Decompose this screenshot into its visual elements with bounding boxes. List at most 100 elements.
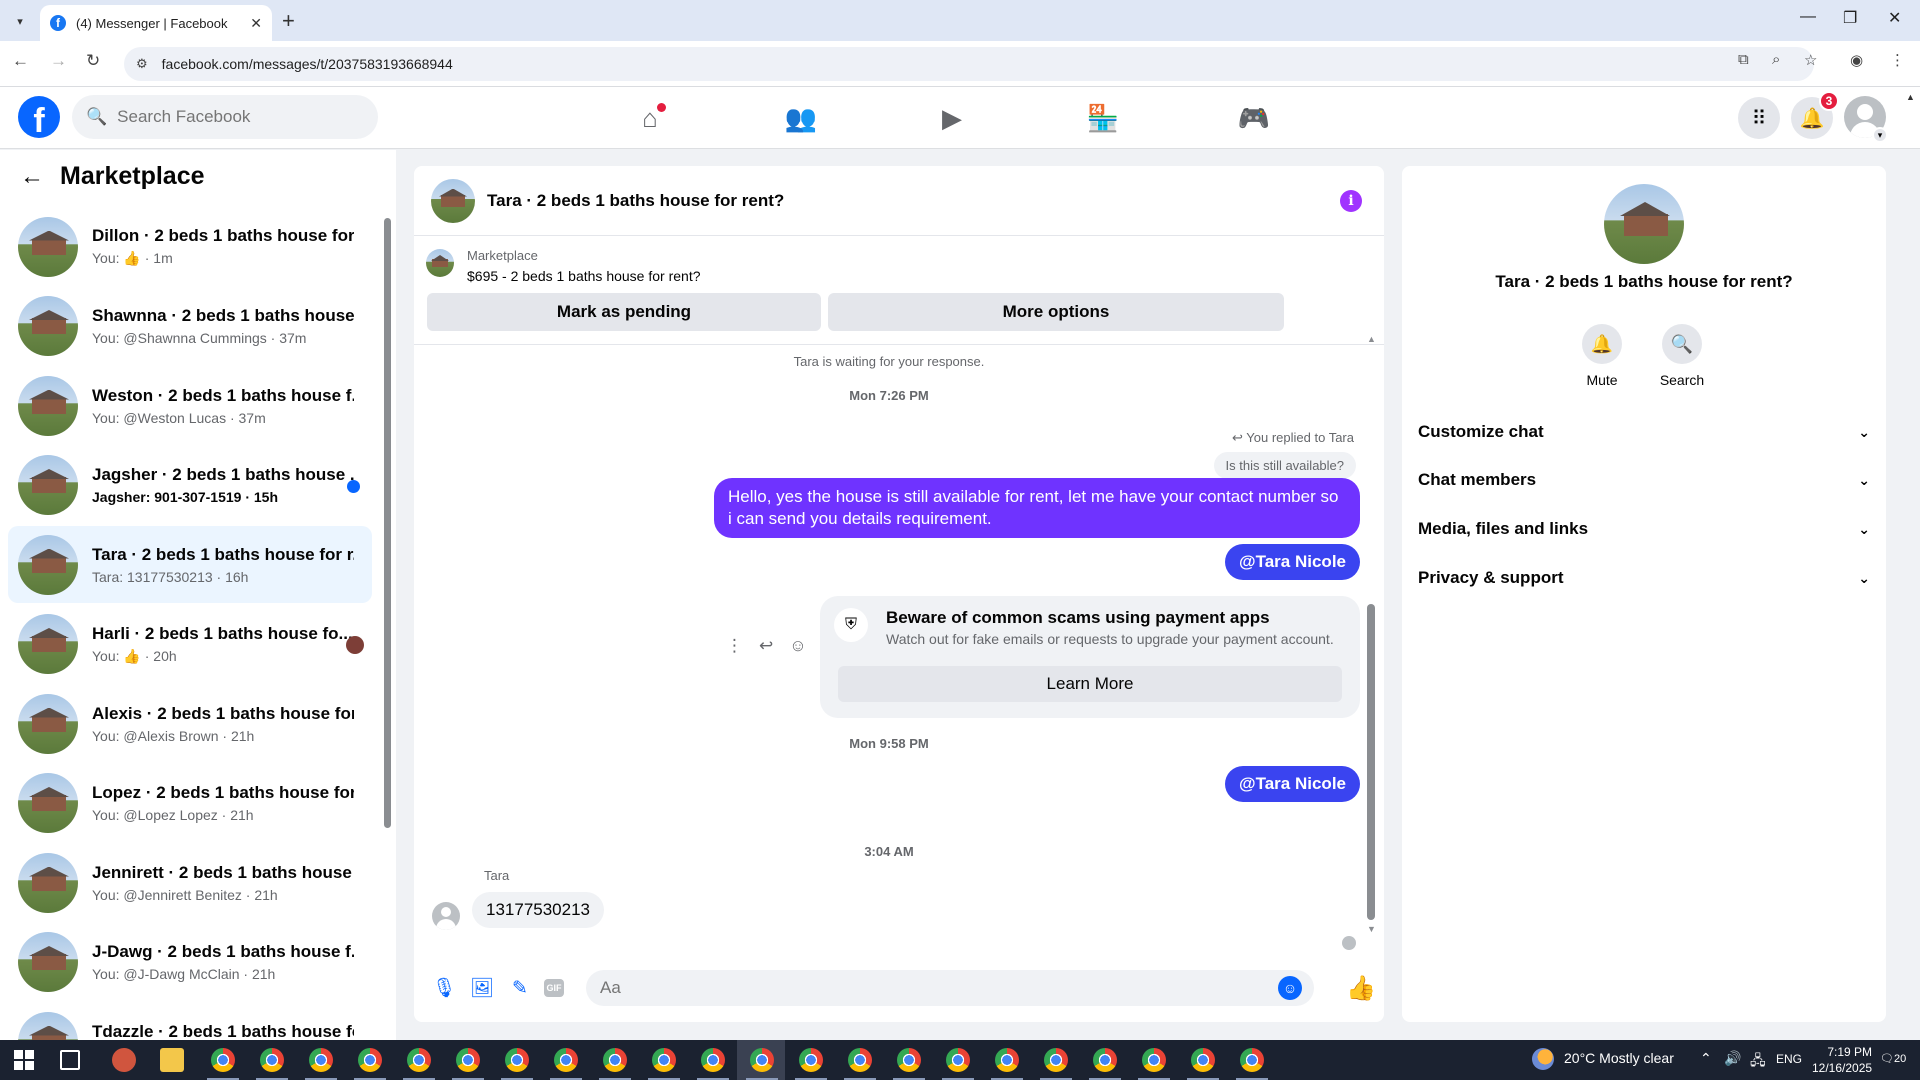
chrome-window-icon[interactable] bbox=[309, 1048, 333, 1072]
photo-icon[interactable]: 🖼 bbox=[468, 974, 496, 1002]
install-icon[interactable]: ⧉ bbox=[1738, 51, 1749, 68]
quoted-message[interactable]: Is this still available? bbox=[1213, 452, 1356, 479]
nav-friends-icon[interactable]: 👥 bbox=[773, 95, 829, 141]
back-icon[interactable]: ← bbox=[12, 51, 29, 71]
conversation-item[interactable]: Jagsher · 2 beds 1 baths house ... Jagshe… bbox=[8, 447, 372, 524]
zoom-icon[interactable]: ⌕ bbox=[1772, 51, 1780, 68]
bookmark-star-icon[interactable]: ☆ bbox=[1804, 51, 1817, 69]
chrome-window-icon[interactable] bbox=[1044, 1048, 1068, 1072]
speaker-icon[interactable]: 🔊 bbox=[1724, 1050, 1741, 1067]
thumbs-up-icon[interactable]: 👍 bbox=[1346, 974, 1376, 1003]
minimize-icon[interactable]: — bbox=[1800, 8, 1816, 26]
chat-thumbnail[interactable] bbox=[431, 178, 475, 223]
menu-grid-icon[interactable]: ⠿ bbox=[1738, 97, 1780, 139]
notification-center-icon[interactable]: 🗨20 bbox=[1880, 1052, 1906, 1065]
chrome-window-icon[interactable] bbox=[1093, 1048, 1117, 1072]
emoji-icon[interactable]: ☺ bbox=[1278, 976, 1302, 1000]
info-icon[interactable]: i bbox=[1340, 190, 1362, 212]
chrome-window-icon[interactable] bbox=[652, 1048, 676, 1072]
forward-icon[interactable]: → bbox=[50, 51, 67, 71]
incoming-message[interactable]: 13177530213 bbox=[472, 892, 605, 928]
profile-icon[interactable]: ◉ bbox=[1850, 51, 1863, 69]
conversation-item[interactable]: Tara · 2 beds 1 baths house for r... Tara… bbox=[8, 526, 372, 603]
section-privacy-support[interactable]: Privacy & support ⌄ bbox=[1418, 554, 1870, 602]
section-chat-members[interactable]: Chat members ⌄ bbox=[1418, 456, 1870, 504]
tab-list-icon[interactable]: ▾ bbox=[8, 9, 32, 33]
gif-icon[interactable]: GIF bbox=[544, 979, 564, 997]
omnibox[interactable]: ⚙ facebook.com/messages/t/20375831936689… bbox=[124, 47, 1814, 81]
chrome-window-icon[interactable] bbox=[1240, 1048, 1264, 1072]
mention-message[interactable]: @Tara Nicole bbox=[1225, 766, 1360, 802]
task-view-icon[interactable] bbox=[60, 1050, 80, 1070]
conversation-item[interactable]: Tdazzle · 2 beds 1 baths house fo...You:… bbox=[8, 1003, 372, 1040]
conversation-item[interactable]: Jennirett · 2 beds 1 baths house ... You:… bbox=[8, 844, 372, 921]
chrome-window-icon[interactable] bbox=[603, 1048, 627, 1072]
chrome-window-icon[interactable] bbox=[1142, 1048, 1166, 1072]
mute-button[interactable]: 🔔 Mute bbox=[1562, 324, 1642, 388]
notifications-bell-icon[interactable]: 🔔 3 bbox=[1791, 91, 1839, 139]
reply-icon[interactable]: ↩ bbox=[759, 636, 773, 656]
chrome-window-icon[interactable] bbox=[750, 1048, 774, 1072]
more-icon[interactable]: ⋮ bbox=[726, 636, 743, 656]
window-close-icon[interactable]: ✕ bbox=[1888, 8, 1901, 28]
chrome-window-icon[interactable] bbox=[358, 1048, 382, 1072]
site-info-icon[interactable]: ⚙ bbox=[136, 56, 148, 72]
conversation-item[interactable]: Shawnna · 2 beds 1 baths house ... You: @… bbox=[8, 288, 372, 365]
conversation-item[interactable]: Harli · 2 beds 1 baths house fo... You: 👍… bbox=[8, 606, 372, 683]
mark-as-pending-button[interactable]: Mark as pending bbox=[427, 293, 821, 331]
language-indicator[interactable]: ENG bbox=[1776, 1052, 1802, 1066]
chrome-window-icon[interactable] bbox=[701, 1048, 725, 1072]
sticker-icon[interactable]: ✎ bbox=[506, 974, 534, 1002]
windows-start-icon[interactable] bbox=[14, 1050, 34, 1070]
conversation-avatar[interactable] bbox=[1604, 184, 1684, 264]
network-icon[interactable]: 🖧 bbox=[1750, 1050, 1766, 1074]
chrome-window-icon[interactable] bbox=[407, 1048, 431, 1072]
weather-icon[interactable] bbox=[1532, 1048, 1554, 1070]
nav-video-icon[interactable]: ▶ bbox=[924, 95, 980, 141]
taskbar-clock[interactable]: 7:19 PM 12/16/2025 bbox=[1812, 1044, 1872, 1076]
file-explorer-icon[interactable] bbox=[160, 1048, 184, 1072]
browser-menu-icon[interactable]: ⋮ bbox=[1890, 51, 1905, 69]
back-arrow-icon[interactable]: ← bbox=[20, 163, 44, 191]
app-icon[interactable] bbox=[112, 1048, 136, 1072]
outgoing-message[interactable]: Hello, yes the house is still available … bbox=[714, 478, 1360, 538]
react-icon[interactable]: ☺ bbox=[789, 636, 806, 656]
nav-gaming-icon[interactable]: 🎮 bbox=[1226, 95, 1282, 141]
message-input[interactable] bbox=[600, 978, 1240, 998]
chrome-window-icon[interactable] bbox=[848, 1048, 872, 1072]
page-scrollbar[interactable]: ▲ bbox=[1906, 92, 1918, 102]
chrome-window-icon[interactable] bbox=[554, 1048, 578, 1072]
listing-thumbnail[interactable] bbox=[426, 249, 454, 277]
mention-message[interactable]: @Tara Nicole bbox=[1225, 544, 1360, 580]
conversation-item[interactable]: Dillon · 2 beds 1 baths house for ... You… bbox=[8, 208, 372, 285]
scroll-up-icon[interactable]: ▲ bbox=[1367, 334, 1376, 344]
search-conversation-button[interactable]: 🔍 Search bbox=[1642, 324, 1722, 388]
chat-scrollbar[interactable]: ▲ ▼ bbox=[1366, 334, 1376, 934]
nav-home-icon[interactable]: ⌂ bbox=[622, 95, 678, 141]
more-options-button[interactable]: More options bbox=[828, 293, 1284, 331]
conversation-item[interactable]: J-Dawg · 2 beds 1 baths house f... You: @… bbox=[8, 924, 372, 1001]
chrome-window-icon[interactable] bbox=[1191, 1048, 1215, 1072]
chrome-window-icon[interactable] bbox=[897, 1048, 921, 1072]
chrome-window-icon[interactable] bbox=[995, 1048, 1019, 1072]
nav-marketplace-icon[interactable]: 🏪 bbox=[1075, 95, 1131, 141]
restore-icon[interactable]: ❐ bbox=[1843, 8, 1857, 28]
message-input-box[interactable]: ☺ bbox=[586, 970, 1314, 1006]
chrome-window-icon[interactable] bbox=[456, 1048, 480, 1072]
chrome-window-icon[interactable] bbox=[799, 1048, 823, 1072]
conversation-item[interactable]: Alexis · 2 beds 1 baths house for ... You… bbox=[8, 685, 372, 762]
facebook-search[interactable]: 🔍 bbox=[72, 95, 378, 139]
new-tab-icon[interactable]: + bbox=[282, 8, 295, 34]
weather-text[interactable]: 20°C Mostly clear bbox=[1564, 1050, 1674, 1066]
sender-avatar[interactable] bbox=[432, 902, 460, 930]
close-tab-icon[interactable]: ✕ bbox=[250, 15, 262, 32]
conversation-item[interactable]: Lopez · 2 beds 1 baths house for ... You:… bbox=[8, 765, 372, 842]
chrome-window-icon[interactable] bbox=[260, 1048, 284, 1072]
learn-more-button[interactable]: Learn More bbox=[838, 666, 1342, 702]
section-customize-chat[interactable]: Customize chat ⌄ bbox=[1418, 408, 1870, 456]
reload-icon[interactable]: ↻ bbox=[86, 51, 100, 71]
section-media-files-links[interactable]: Media, files and links ⌄ bbox=[1418, 505, 1870, 553]
chrome-window-icon[interactable] bbox=[946, 1048, 970, 1072]
chrome-window-icon[interactable] bbox=[505, 1048, 529, 1072]
microphone-icon[interactable]: 🎙 bbox=[430, 974, 458, 1002]
